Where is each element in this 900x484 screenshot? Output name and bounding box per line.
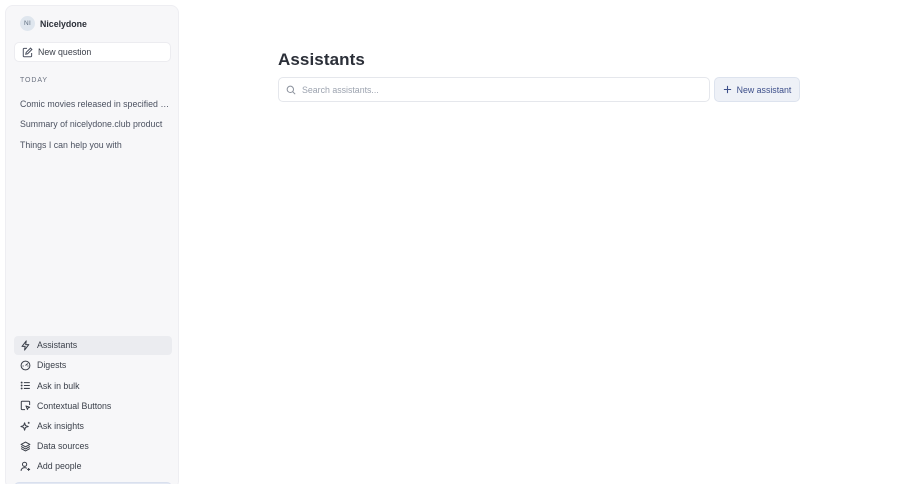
edit-icon (22, 46, 33, 57)
workspace-name: Nicelydone (40, 18, 87, 29)
search-box[interactable] (278, 77, 710, 102)
history-item[interactable]: Things I can help you with (20, 135, 172, 155)
sidebar-item-label: Ask insights (37, 421, 84, 431)
plus-icon (723, 85, 731, 94)
list-icon (20, 381, 30, 390)
workspace-switcher[interactable]: NI Nicelydone (20, 16, 87, 31)
new-question-button[interactable]: New question (14, 42, 171, 62)
sidebar-item-label: Digests (37, 360, 67, 371)
new-question-label: New question (38, 47, 92, 57)
new-assistant-button[interactable]: New assistant (714, 77, 800, 102)
history-item[interactable]: Summary of nicelydone.club product (20, 114, 172, 134)
sidebar: NI Nicelydone New question TODAY Comic m… (5, 5, 179, 484)
sidebar-item-assistants[interactable]: Assistants (14, 336, 172, 355)
gauge-icon (20, 360, 31, 371)
history-item[interactable]: Comic movies released in specified dates (20, 94, 172, 114)
lightning-icon (21, 340, 30, 351)
sidebar-item-label: Add people (37, 461, 82, 472)
sidebar-item-contextual-buttons[interactable]: Contextual Buttons (14, 397, 172, 416)
history-list: Comic movies released in specified dates… (20, 94, 172, 155)
sidebar-item-label: Ask in bulk (37, 380, 80, 391)
user-plus-icon (20, 461, 31, 471)
sidebar-item-ask-in-bulk[interactable]: Ask in bulk (14, 376, 172, 395)
sidebar-item-label: Data sources (37, 441, 89, 452)
search-icon (286, 85, 296, 95)
sidebar-nav: Assistants Digests Ask in bulk Contextua… (14, 336, 172, 477)
layers-icon (20, 441, 31, 452)
cursor-square-icon (20, 401, 31, 411)
search-input[interactable] (302, 84, 692, 95)
sidebar-item-label: Contextual Buttons (37, 400, 112, 411)
new-assistant-label: New assistant (736, 84, 792, 95)
sidebar-item-add-people[interactable]: Add people (14, 457, 172, 476)
sidebar-item-ask-insights[interactable]: Ask insights (14, 417, 172, 436)
sparkle-icon (20, 421, 30, 431)
sidebar-item-digests[interactable]: Digests (14, 356, 172, 375)
section-title: TODAY (20, 77, 48, 84)
avatar: NI (20, 16, 35, 31)
sidebar-item-data-sources[interactable]: Data sources (14, 437, 172, 456)
page-title: Assistants (278, 50, 365, 69)
sidebar-item-label: Assistants (37, 340, 78, 351)
